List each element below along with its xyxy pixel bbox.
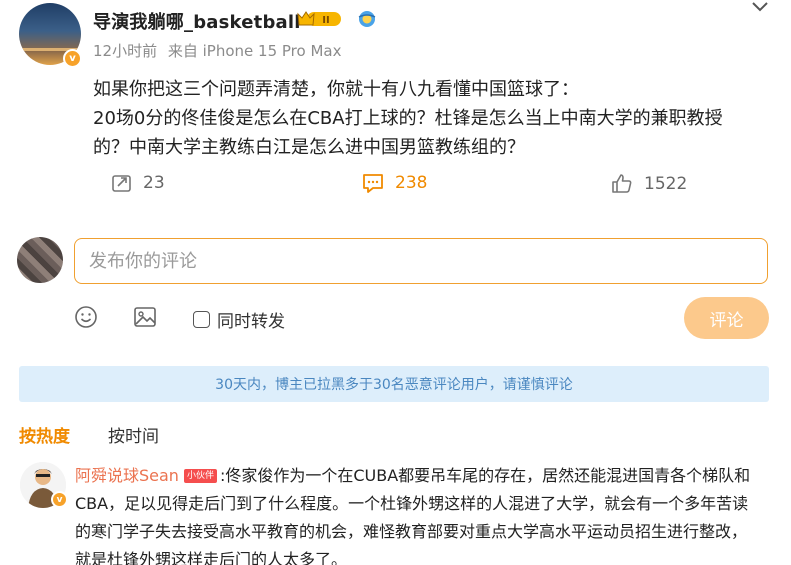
- chevron-down-icon[interactable]: [750, 0, 770, 14]
- sort-by-hot-tab[interactable]: 按热度: [19, 422, 70, 447]
- comment-item: 阿舜说球Sean 小伙伴:佟家俊作为一个在CUBA都要吊车尾的存在，居然还能混进国…: [75, 462, 775, 565]
- comment-count: 238: [395, 173, 428, 193]
- post-meta: 12小时前 来自 iPhone 15 Pro Max: [93, 40, 341, 61]
- post-text-line: 如果你把这三个问题弄清楚，你就十有八九看懂中国篮球了：: [93, 79, 579, 100]
- comment-text-line: :佟家俊作为一个在CUBA都要吊车尾的存在，居然还能混进国青各个梯队和: [219, 466, 751, 485]
- crown-badge-icon[interactable]: II: [297, 9, 343, 29]
- thumbs-up-icon: [612, 174, 632, 193]
- comment-first-line: 阿舜说球Sean 小伙伴:佟家俊作为一个在CUBA都要吊车尾的存在，居然还能混进国…: [75, 462, 775, 490]
- repost-count: 23: [143, 173, 165, 193]
- planet-badge-icon[interactable]: [357, 9, 377, 29]
- submit-comment-button[interactable]: 评论: [684, 297, 769, 339]
- repost-button[interactable]: 23: [111, 172, 165, 194]
- like-count: 1522: [644, 174, 688, 194]
- repost-checkbox-label: 同时转发: [217, 312, 285, 332]
- post-text-line: 20场0分的佟佳俊是怎么在CBA打上球的？杜锋是怎么当上中南大学的兼职教授: [93, 108, 723, 129]
- image-icon[interactable]: [133, 305, 157, 329]
- commenter-verified-badge: v: [51, 491, 68, 508]
- emoji-icon[interactable]: [74, 305, 98, 329]
- repost-icon: [112, 175, 131, 192]
- current-user-avatar[interactable]: [17, 237, 63, 283]
- like-button[interactable]: 1522: [610, 172, 687, 196]
- comment-text-line: CBA，足以见得走后门到了什么程度。一个杜锋外甥这样的人混进了大学，就会有一个多…: [75, 494, 749, 513]
- comment-text-line: 就是杜锋外甥这样走后门的人太多了。: [75, 550, 348, 565]
- comment-text-line: 的寒门学子失去接受高水平教育的机会，难怪教育部要对重点大学高水平运动员招生进行整…: [75, 522, 748, 541]
- post-text-line: 的？中南大学主教练白江是怎么进中国男篮教练组的？: [93, 137, 525, 158]
- commenter-name[interactable]: 阿舜说球Sean: [75, 466, 179, 485]
- comment-input[interactable]: [74, 238, 768, 284]
- post-action-bar: 23 238 1522: [0, 172, 791, 200]
- verified-badge: v: [63, 49, 82, 68]
- comment-button[interactable]: 238: [361, 172, 427, 194]
- post-text: 如果你把这三个问题弄清楚，你就十有八九看懂中国篮球了： 20场0分的佟佳俊是怎么…: [93, 75, 763, 162]
- post-source: 来自 iPhone 15 Pro Max: [167, 42, 342, 60]
- post-time[interactable]: 12小时前: [93, 42, 157, 60]
- checkbox-box[interactable]: [193, 311, 210, 328]
- comment-icon: [363, 174, 383, 193]
- commenter-tag: 小伙伴: [183, 469, 217, 483]
- block-notice: 30天内，博主已拉黑多于30名恶意评论用户，请谨慎评论: [19, 366, 769, 402]
- author-name[interactable]: 导演我躺哪_basketball: [93, 8, 301, 34]
- crown-badge-label: II: [322, 15, 329, 26]
- repost-checkbox[interactable]: 同时转发: [193, 307, 285, 332]
- sort-by-time-tab[interactable]: 按时间: [108, 422, 159, 447]
